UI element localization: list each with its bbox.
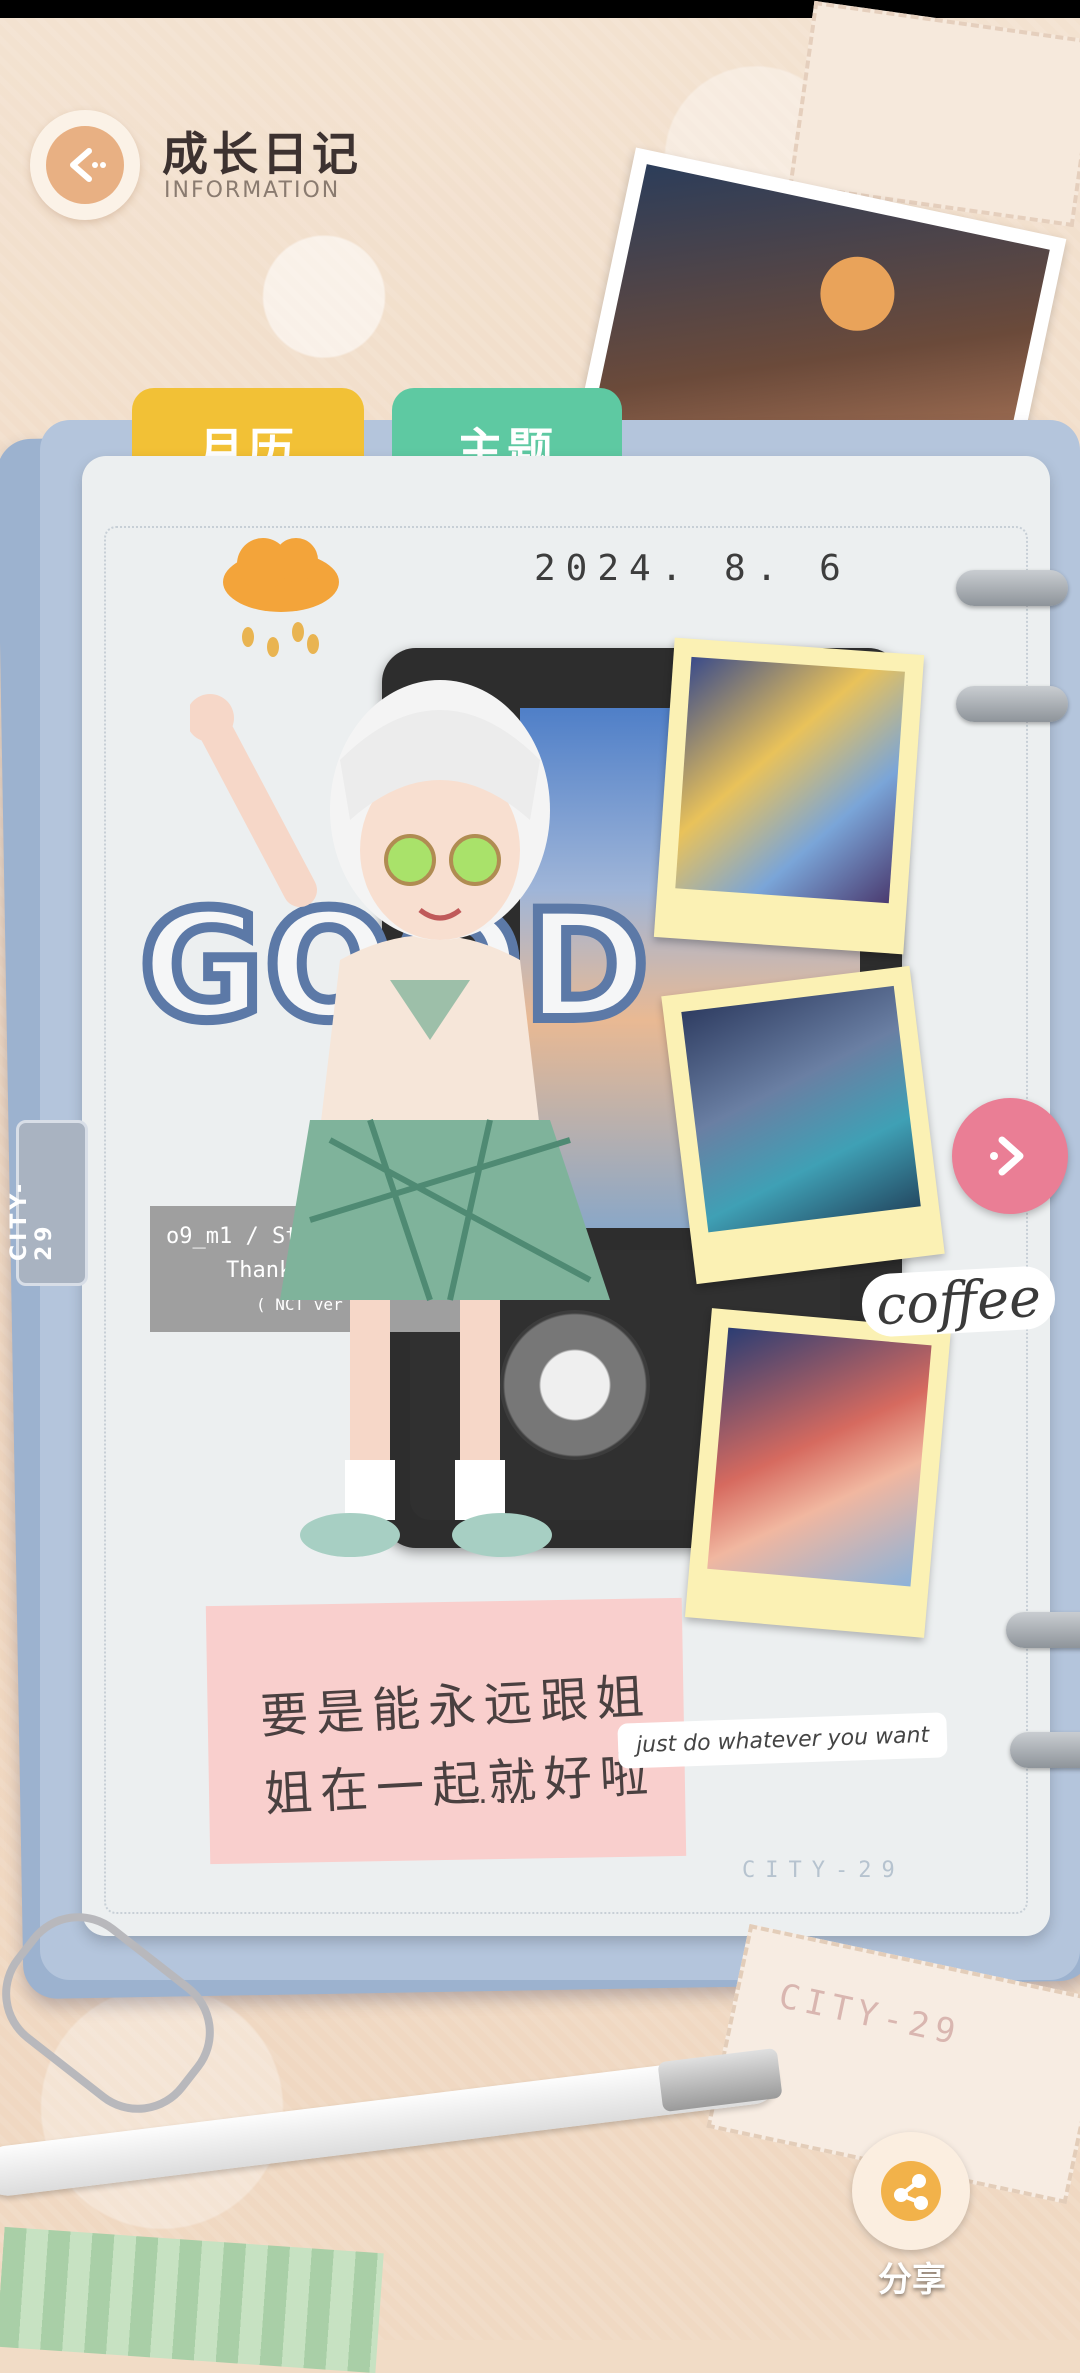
page-title: 成长日记 — [162, 127, 362, 181]
share-button[interactable] — [852, 2132, 970, 2250]
decor-paper — [0, 2226, 384, 2373]
binder-ring — [956, 686, 1068, 722]
binder-ring — [1010, 1732, 1080, 1768]
share-icon — [881, 2161, 941, 2221]
page-footer-brand: CITY-29 — [742, 1858, 905, 1883]
note-ellipsis: … … — [458, 1776, 528, 1811]
polaroid-photo — [661, 965, 945, 1285]
side-city-tag: CITY-29 — [7, 1120, 88, 1286]
coffee-sticker: coffee — [860, 1264, 1057, 1339]
chevron-right-icon — [990, 1136, 1024, 1176]
avatar-character — [190, 680, 610, 1557]
back-button[interactable] — [30, 110, 140, 220]
page-subtitle: INFORMATION — [164, 178, 341, 203]
diary-date: 2024. 8. 6 — [534, 548, 851, 589]
share-label: 分享 — [878, 2260, 946, 2300]
binder-ring — [1006, 1612, 1080, 1648]
polaroid-photo — [684, 1308, 952, 1638]
cloud-rain-icon — [223, 538, 339, 657]
binder-ring — [956, 570, 1068, 606]
polaroid-photo — [653, 637, 925, 955]
back-arrow-icon — [70, 148, 106, 182]
next-page-button[interactable] — [952, 1098, 1068, 1214]
